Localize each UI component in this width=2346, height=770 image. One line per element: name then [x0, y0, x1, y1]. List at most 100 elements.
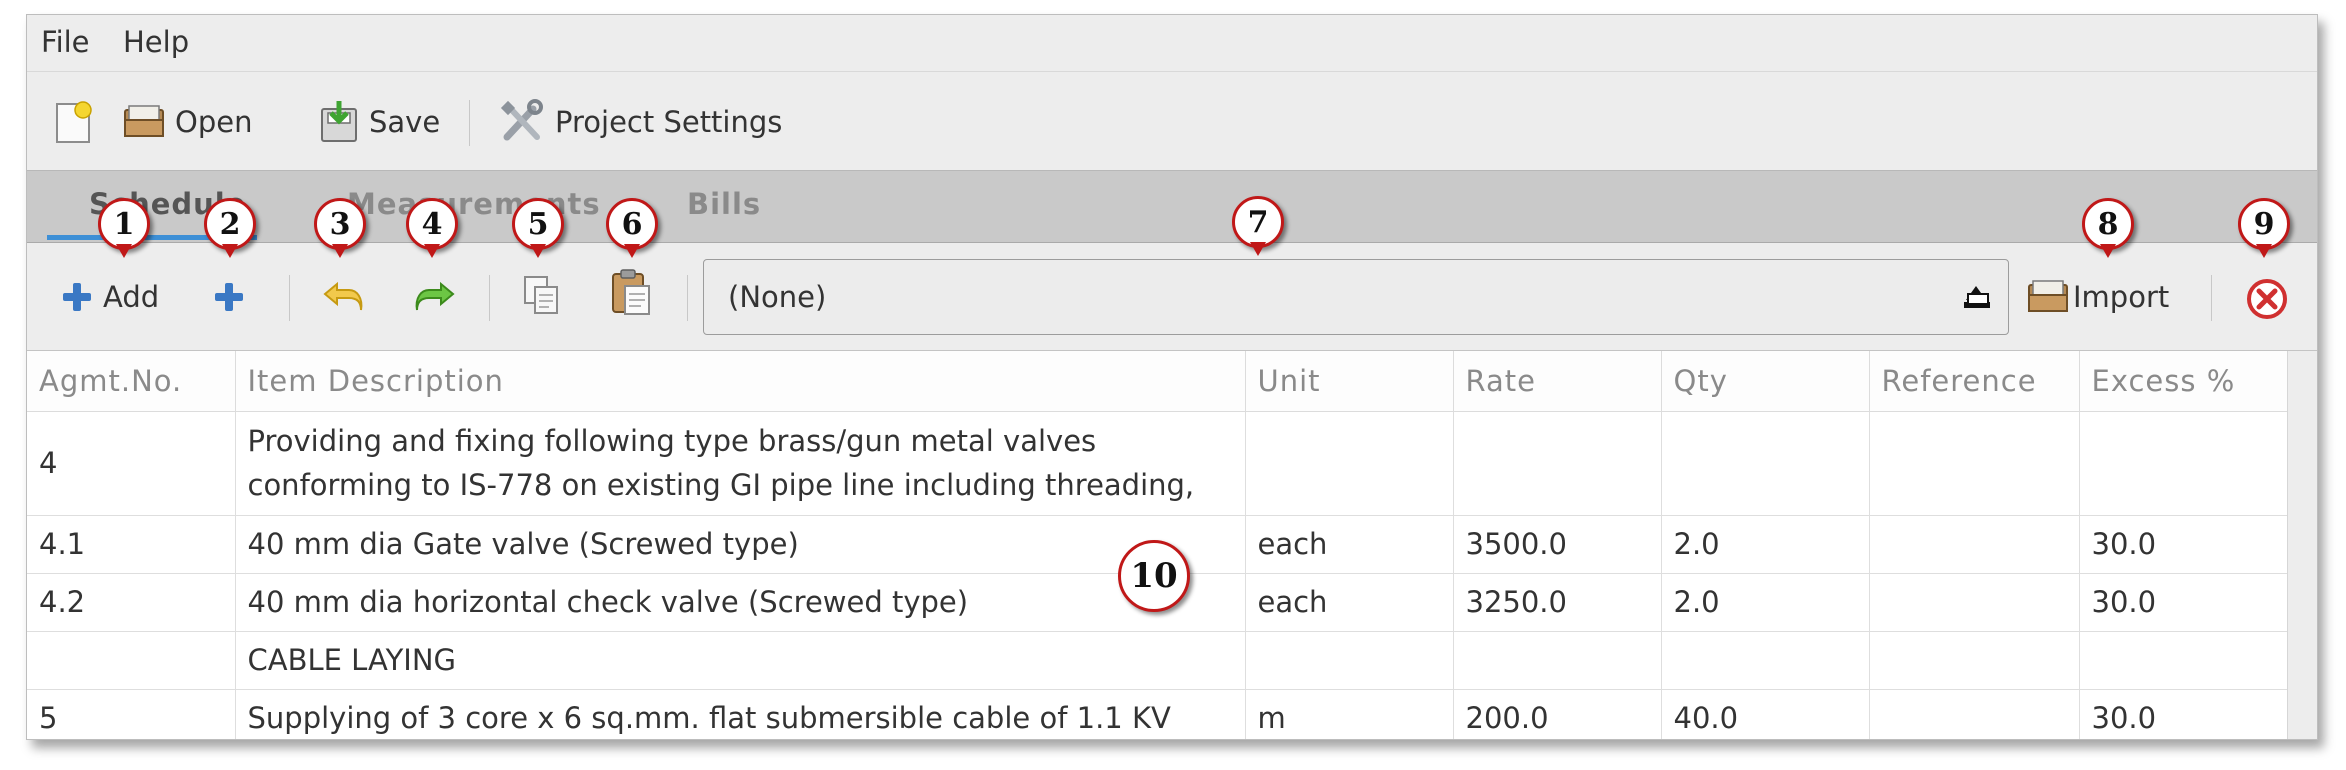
save-label: Save	[369, 105, 441, 139]
redo-icon	[415, 281, 455, 311]
cell-rate[interactable]: 3500.0	[1453, 515, 1662, 574]
column-header-agmt-no[interactable]: Agmt.No.	[27, 351, 236, 412]
close-icon	[2247, 279, 2287, 319]
cell-reference[interactable]	[1869, 631, 2080, 690]
add-child-button[interactable]	[213, 271, 245, 323]
folder-open-icon	[2028, 280, 2068, 312]
open-button[interactable]: Open	[123, 96, 252, 148]
combo-clear-button[interactable]	[1958, 278, 1994, 318]
toolbar-separator	[2211, 275, 2212, 321]
cell-reference[interactable]	[1869, 573, 2080, 632]
cell-agmt[interactable]: 5	[27, 689, 236, 739]
vertical-scrollbar[interactable]	[2287, 351, 2317, 739]
cell-description[interactable]: Supplying of 3 core x 6 sq.mm. flat subm…	[235, 689, 1246, 739]
toolbar-separator	[469, 100, 470, 146]
tools-icon	[500, 99, 543, 141]
toolbar-separator	[687, 275, 688, 321]
cell-agmt[interactable]: 4.1	[27, 515, 236, 574]
schedule-filter-combo[interactable]: (None)	[703, 259, 2009, 335]
column-header-reference[interactable]: Reference	[1869, 351, 2080, 412]
add-button[interactable]: Add	[61, 271, 159, 323]
column-header-rate[interactable]: Rate	[1453, 351, 1662, 412]
cell-qty[interactable]: 2.0	[1661, 515, 1870, 574]
callout-badge: 9	[2238, 198, 2290, 258]
undo-button[interactable]	[321, 271, 367, 323]
cell-excess[interactable]	[2079, 631, 2290, 690]
new-button[interactable]	[51, 96, 95, 148]
plus-icon	[215, 283, 243, 311]
column-header-item-description[interactable]: Item Description	[235, 351, 1246, 412]
schedule-toolbar: Add (None) Import	[27, 243, 2317, 351]
copy-button[interactable]	[521, 269, 563, 321]
eject-icon	[1964, 286, 1990, 308]
cell-reference[interactable]	[1869, 411, 2080, 516]
cell-agmt[interactable]: 4	[27, 411, 236, 516]
import-label: Import	[2073, 280, 2170, 314]
column-header-excess[interactable]: Excess %	[2079, 351, 2290, 412]
toolbar-separator	[489, 275, 490, 321]
cell-description[interactable]: Providing and fixing following type bras…	[235, 411, 1246, 516]
callout-badge: 10	[1118, 540, 1190, 612]
callout-badge: 1	[98, 198, 150, 258]
main-toolbar: Open Save Project Settings	[27, 71, 2317, 171]
import-button[interactable]: Import	[2027, 271, 2169, 323]
table-header: Agmt.No. Item Description Unit Rate Qty …	[27, 351, 2290, 412]
cell-unit[interactable]: m	[1245, 689, 1454, 739]
cell-excess[interactable]: 30.0	[2079, 515, 2290, 574]
tab-bills[interactable]: Bills	[687, 187, 761, 221]
cell-unit[interactable]	[1245, 411, 1454, 516]
callout-badge: 6	[606, 198, 658, 258]
cell-description[interactable]: CABLE LAYING	[235, 631, 1246, 690]
cell-description[interactable]: 40 mm dia horizontal check valve (Screwe…	[235, 573, 1246, 632]
description-line: conforming to IS-778 on existing GI pipe…	[247, 468, 1195, 502]
paste-icon	[612, 269, 650, 315]
cell-reference[interactable]	[1869, 689, 2080, 739]
cell-unit[interactable]	[1245, 631, 1454, 690]
menu-file[interactable]: File	[41, 25, 90, 59]
open-label: Open	[175, 105, 253, 139]
redo-button[interactable]	[411, 271, 457, 323]
save-button[interactable]: Save	[319, 96, 440, 148]
description-line: Providing and fixing following type bras…	[247, 424, 1097, 458]
cell-rate[interactable]: 3250.0	[1453, 573, 1662, 632]
cell-reference[interactable]	[1869, 515, 2080, 574]
cell-rate[interactable]	[1453, 631, 1662, 690]
undo-icon	[323, 281, 363, 311]
cell-rate[interactable]	[1453, 411, 1662, 516]
table-row[interactable]: 5 Supplying of 3 core x 6 sq.mm. flat su…	[27, 689, 2290, 739]
column-header-unit[interactable]: Unit	[1245, 351, 1454, 412]
cell-excess[interactable]	[2079, 411, 2290, 516]
column-header-qty[interactable]: Qty	[1661, 351, 1870, 412]
callout-badge: 7	[1232, 196, 1284, 256]
callout-badge: 5	[512, 198, 564, 258]
project-settings-button[interactable]: Project Settings	[499, 96, 782, 148]
cell-unit[interactable]: each	[1245, 515, 1454, 574]
callout-badge: 4	[406, 198, 458, 258]
menu-help[interactable]: Help	[123, 25, 189, 59]
table-row[interactable]: 4 Providing and fixing following type br…	[27, 411, 2290, 516]
callout-badge: 3	[314, 198, 366, 258]
close-sheet-button[interactable]	[2245, 273, 2289, 325]
toolbar-separator	[289, 275, 290, 321]
save-icon	[321, 101, 357, 142]
callout-badge: 2	[204, 198, 256, 258]
table-row[interactable]: CABLE LAYING	[27, 631, 2290, 690]
tab-bar: Schedule Measurements Bills	[27, 171, 2317, 243]
paste-button[interactable]	[609, 265, 653, 317]
cell-qty[interactable]: 2.0	[1661, 573, 1870, 632]
menu-bar: File Help	[27, 15, 2317, 71]
folder-open-icon	[124, 105, 164, 137]
cell-excess[interactable]: 30.0	[2079, 573, 2290, 632]
cell-excess[interactable]: 30.0	[2079, 689, 2290, 739]
new-document-icon	[56, 101, 92, 143]
cell-agmt[interactable]	[27, 631, 236, 690]
cell-qty[interactable]	[1661, 411, 1870, 516]
cell-agmt[interactable]: 4.2	[27, 573, 236, 632]
cell-qty[interactable]: 40.0	[1661, 689, 1870, 739]
cell-unit[interactable]: each	[1245, 573, 1454, 632]
cell-qty[interactable]	[1661, 631, 1870, 690]
combo-value: (None)	[728, 280, 827, 314]
cell-description[interactable]: 40 mm dia Gate valve (Screwed type)	[235, 515, 1246, 574]
cell-rate[interactable]: 200.0	[1453, 689, 1662, 739]
callout-badge: 8	[2082, 198, 2134, 258]
